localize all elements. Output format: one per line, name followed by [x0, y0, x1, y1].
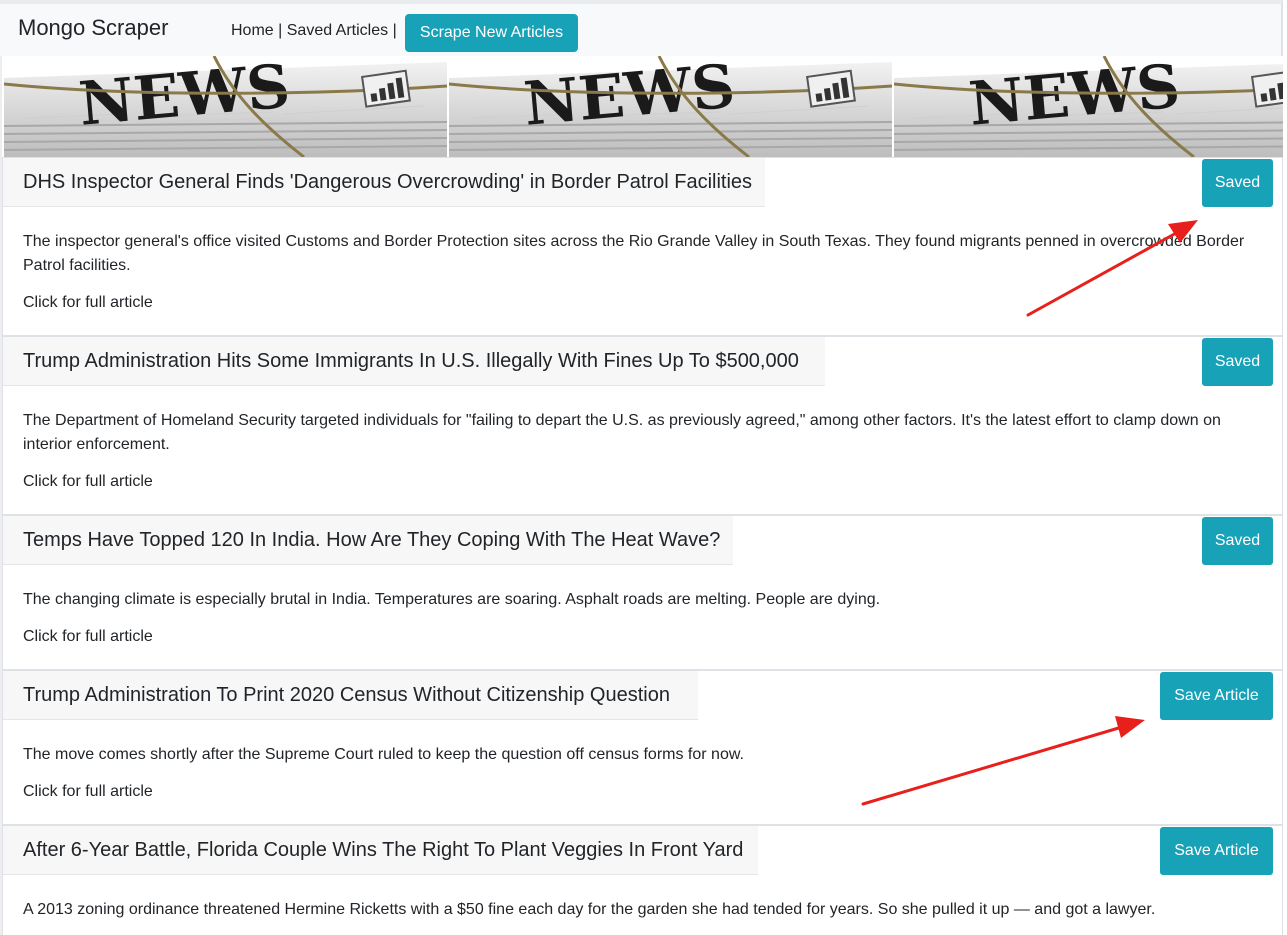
article-title: After 6-Year Battle, Florida Couple Wins…: [3, 826, 758, 875]
full-article-link[interactable]: Click for full article: [23, 783, 153, 801]
newspaper-image: NEWS: [894, 56, 1283, 157]
scrape-new-articles-button[interactable]: Scrape New Articles: [405, 14, 578, 52]
save-article-button[interactable]: Save Article: [1160, 827, 1273, 875]
article-title: Trump Administration To Print 2020 Censu…: [3, 671, 698, 720]
save-article-button[interactable]: Save Article: [1160, 672, 1273, 720]
brand-title[interactable]: Mongo Scraper: [18, 15, 168, 41]
saved-button[interactable]: Saved: [1202, 338, 1273, 386]
full-article-link[interactable]: Click for full article: [23, 628, 153, 646]
article-card: After 6-Year Battle, Florida Couple Wins…: [2, 825, 1283, 935]
article-card: Trump Administration To Print 2020 Censu…: [2, 670, 1283, 825]
saved-button[interactable]: Saved: [1202, 517, 1273, 565]
article-summary: The Department of Homeland Security targ…: [23, 412, 1221, 453]
article-card: DHS Inspector General Finds 'Dangerous O…: [2, 157, 1283, 336]
article-summary: The inspector general's office visited C…: [23, 233, 1245, 274]
article-card: Temps Have Topped 120 In India. How Are …: [2, 515, 1283, 670]
nav-separator: |: [392, 22, 397, 39]
nav-saved-articles-link[interactable]: Saved Articles: [287, 22, 388, 39]
saved-button[interactable]: Saved: [1202, 159, 1273, 207]
newspaper-image: NEWS: [4, 56, 447, 157]
nav-links: Home | Saved Articles |: [231, 22, 397, 40]
article-title: DHS Inspector General Finds 'Dangerous O…: [3, 158, 765, 207]
article-summary: The changing climate is especially bruta…: [23, 591, 881, 608]
article-summary: The move comes shortly after the Supreme…: [23, 746, 744, 763]
article-summary: A 2013 zoning ordinance threatened Hermi…: [23, 901, 1156, 918]
nav-separator: |: [278, 22, 283, 39]
article-card: Trump Administration Hits Some Immigrant…: [2, 336, 1283, 515]
newspaper-image: NEWS: [449, 56, 892, 157]
navbar: Mongo Scraper Home | Saved Articles | Sc…: [0, 0, 1283, 56]
article-title: Trump Administration Hits Some Immigrant…: [3, 337, 825, 386]
full-article-link[interactable]: Click for full article: [23, 473, 153, 491]
nav-home-link[interactable]: Home: [231, 22, 274, 39]
page: Mongo Scraper Home | Saved Articles | Sc…: [0, 0, 1287, 935]
full-article-link[interactable]: Click for full article: [23, 294, 153, 312]
news-banner: NEWS NEWS NEWS: [4, 56, 1283, 157]
article-title: Temps Have Topped 120 In India. How Are …: [3, 516, 733, 565]
